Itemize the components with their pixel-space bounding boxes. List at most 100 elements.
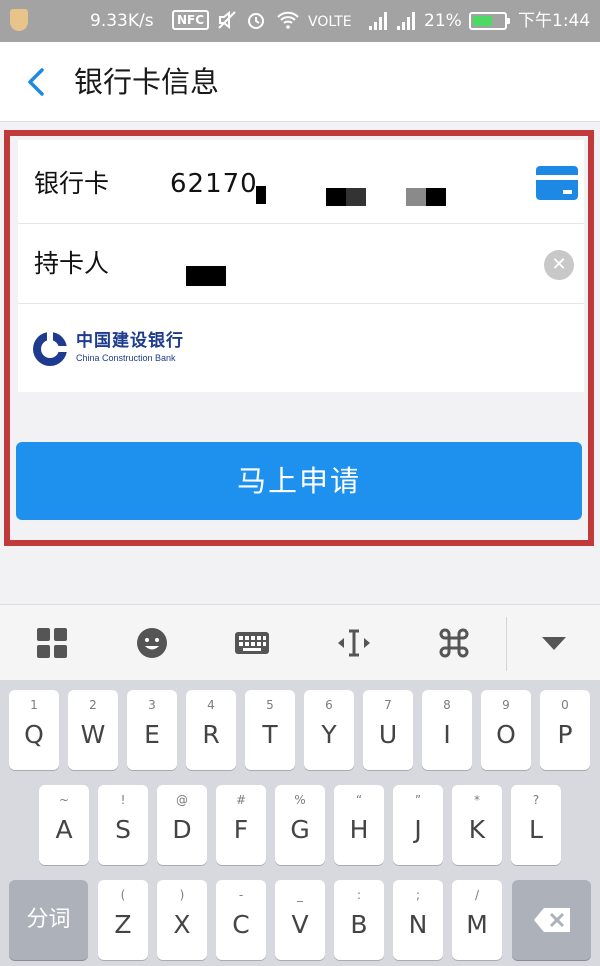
keyboard-icon[interactable] [232,623,272,663]
key-secondary-label: 7 [384,698,392,712]
clock: 下午1:44 [518,11,591,31]
collapse-keyboard-icon[interactable] [534,623,574,663]
header: 银行卡信息 [0,42,600,122]
key-label: P [557,720,573,749]
key-c[interactable]: -C [216,880,266,960]
key-secondary-label: 8 [443,698,451,712]
alarm-icon [246,10,266,36]
command-icon[interactable] [434,623,474,663]
key-z[interactable]: (Z [98,880,148,960]
bank-logo: 中国建设银行 China Construction Bank [32,330,232,370]
key-secondary-label: @ [176,793,188,807]
bank-row: 中国建设银行 China Construction Bank [18,304,584,392]
key-a[interactable]: ~ A [39,785,89,865]
key-v[interactable]: _ V [275,880,325,960]
key-m[interactable]: / M [452,880,502,960]
card-holder-row[interactable]: 持卡人 ✕ [18,224,584,304]
key-label: T [262,720,278,749]
key-d[interactable]: @ D [157,785,207,865]
key-label: L [529,815,543,844]
key-secondary-label: 2 [89,698,97,712]
clear-icon[interactable]: ✕ [544,250,574,280]
backspace-icon [533,908,570,932]
key-secondary-label: * [474,793,480,807]
key-x[interactable]: ) X [157,880,207,960]
redaction-mark [406,188,426,206]
key-label: N [408,910,428,939]
key-e[interactable]: 3E [127,690,177,770]
key-secondary-label: “ [355,793,363,807]
key-b[interactable]: :B [334,880,384,960]
mute-icon [217,10,237,36]
key-w[interactable]: 2W [68,690,118,770]
bank-card-number[interactable]: 62170 [170,166,258,202]
key-y[interactable]: 6Y [304,690,354,770]
key-secondary-label: 0 [561,698,569,712]
segment-key[interactable]: 分词 [9,880,88,960]
key-j[interactable]: ” J [393,785,443,865]
key-label: S [115,815,131,844]
key-secondary-label: ~ [58,793,70,807]
key-l[interactable]: ? L [511,785,561,865]
bank-card-row[interactable]: 银行卡 62170 [18,144,584,224]
credit-card-icon[interactable] [536,166,578,200]
key-secondary-label: # [235,793,247,807]
key-secondary-label: : [356,888,362,902]
redaction-mark [256,186,266,204]
battery-icon [469,12,510,30]
volte-indicator: VOLTE [308,14,352,30]
key-secondary-label: 3 [148,698,156,712]
key-r[interactable]: 4R [186,690,236,770]
key-label: G [290,815,310,844]
key-f[interactable]: # F [216,785,266,865]
apply-now-button[interactable]: 马上申请 [16,442,582,520]
key-g[interactable]: % G [275,785,325,865]
key-u[interactable]: 7U [363,690,413,770]
key-label: H [349,815,369,844]
emoji-icon[interactable] [132,623,172,663]
key-secondary-label: 5 [266,698,274,712]
key-o[interactable]: 9O [481,690,531,770]
signal-icon [369,12,389,30]
key-label: R [202,720,220,749]
key-label: X [173,910,191,939]
nfc-indicator: NFC [172,10,210,30]
keyboard: 1Q2W3E4R5T6Y7U8I9O0P ~ A! S @ D # F% G “H” J * K? L … [0,680,600,966]
key-label: K [468,815,486,844]
key-label: Q [24,720,44,749]
network-speed: 9.33K/s [90,11,154,31]
grid-icon[interactable] [32,623,72,663]
key-label: M [466,910,488,939]
key-secondary-label: ) [179,888,185,902]
key-secondary-label: ( [120,888,126,902]
key-s[interactable]: ! S [98,785,148,865]
page-title: 银行卡信息 [74,65,220,99]
key-k[interactable]: * K [452,785,502,865]
redaction-mark [186,266,226,286]
key-label: E [144,720,160,749]
key-i[interactable]: 8I [422,690,472,770]
key-secondary-label: 4 [207,698,215,712]
delete-key[interactable] [512,880,591,960]
key-label: Y [321,720,337,749]
status-bar: 9.33K/s NFC VOLTE 21% 下午1:44 [0,0,600,42]
key-label: B [350,910,368,939]
security-shield-icon [10,9,28,31]
key-q[interactable]: 1Q [9,690,59,770]
key-secondary-label: 1 [30,698,38,712]
key-secondary-label: - [238,888,244,902]
bank-card-label: 银行卡 [34,169,110,198]
bank-name-chinese: 中国建设银行 [76,331,184,351]
key-n[interactable]: ; N [393,880,443,960]
key-secondary-label: ? [532,793,540,807]
key-p[interactable]: 0P [540,690,590,770]
key-h[interactable]: “H [334,785,384,865]
key-t[interactable]: 5T [245,690,295,770]
key-secondary-label: ” [414,793,422,807]
key-secondary-label: ! [120,793,126,807]
redaction-mark [326,188,346,206]
battery-percent: 21% [424,11,462,31]
keyboard-toolbar [0,604,600,680]
chevron-left-icon[interactable] [22,66,52,98]
cursor-move-icon[interactable] [334,623,374,663]
